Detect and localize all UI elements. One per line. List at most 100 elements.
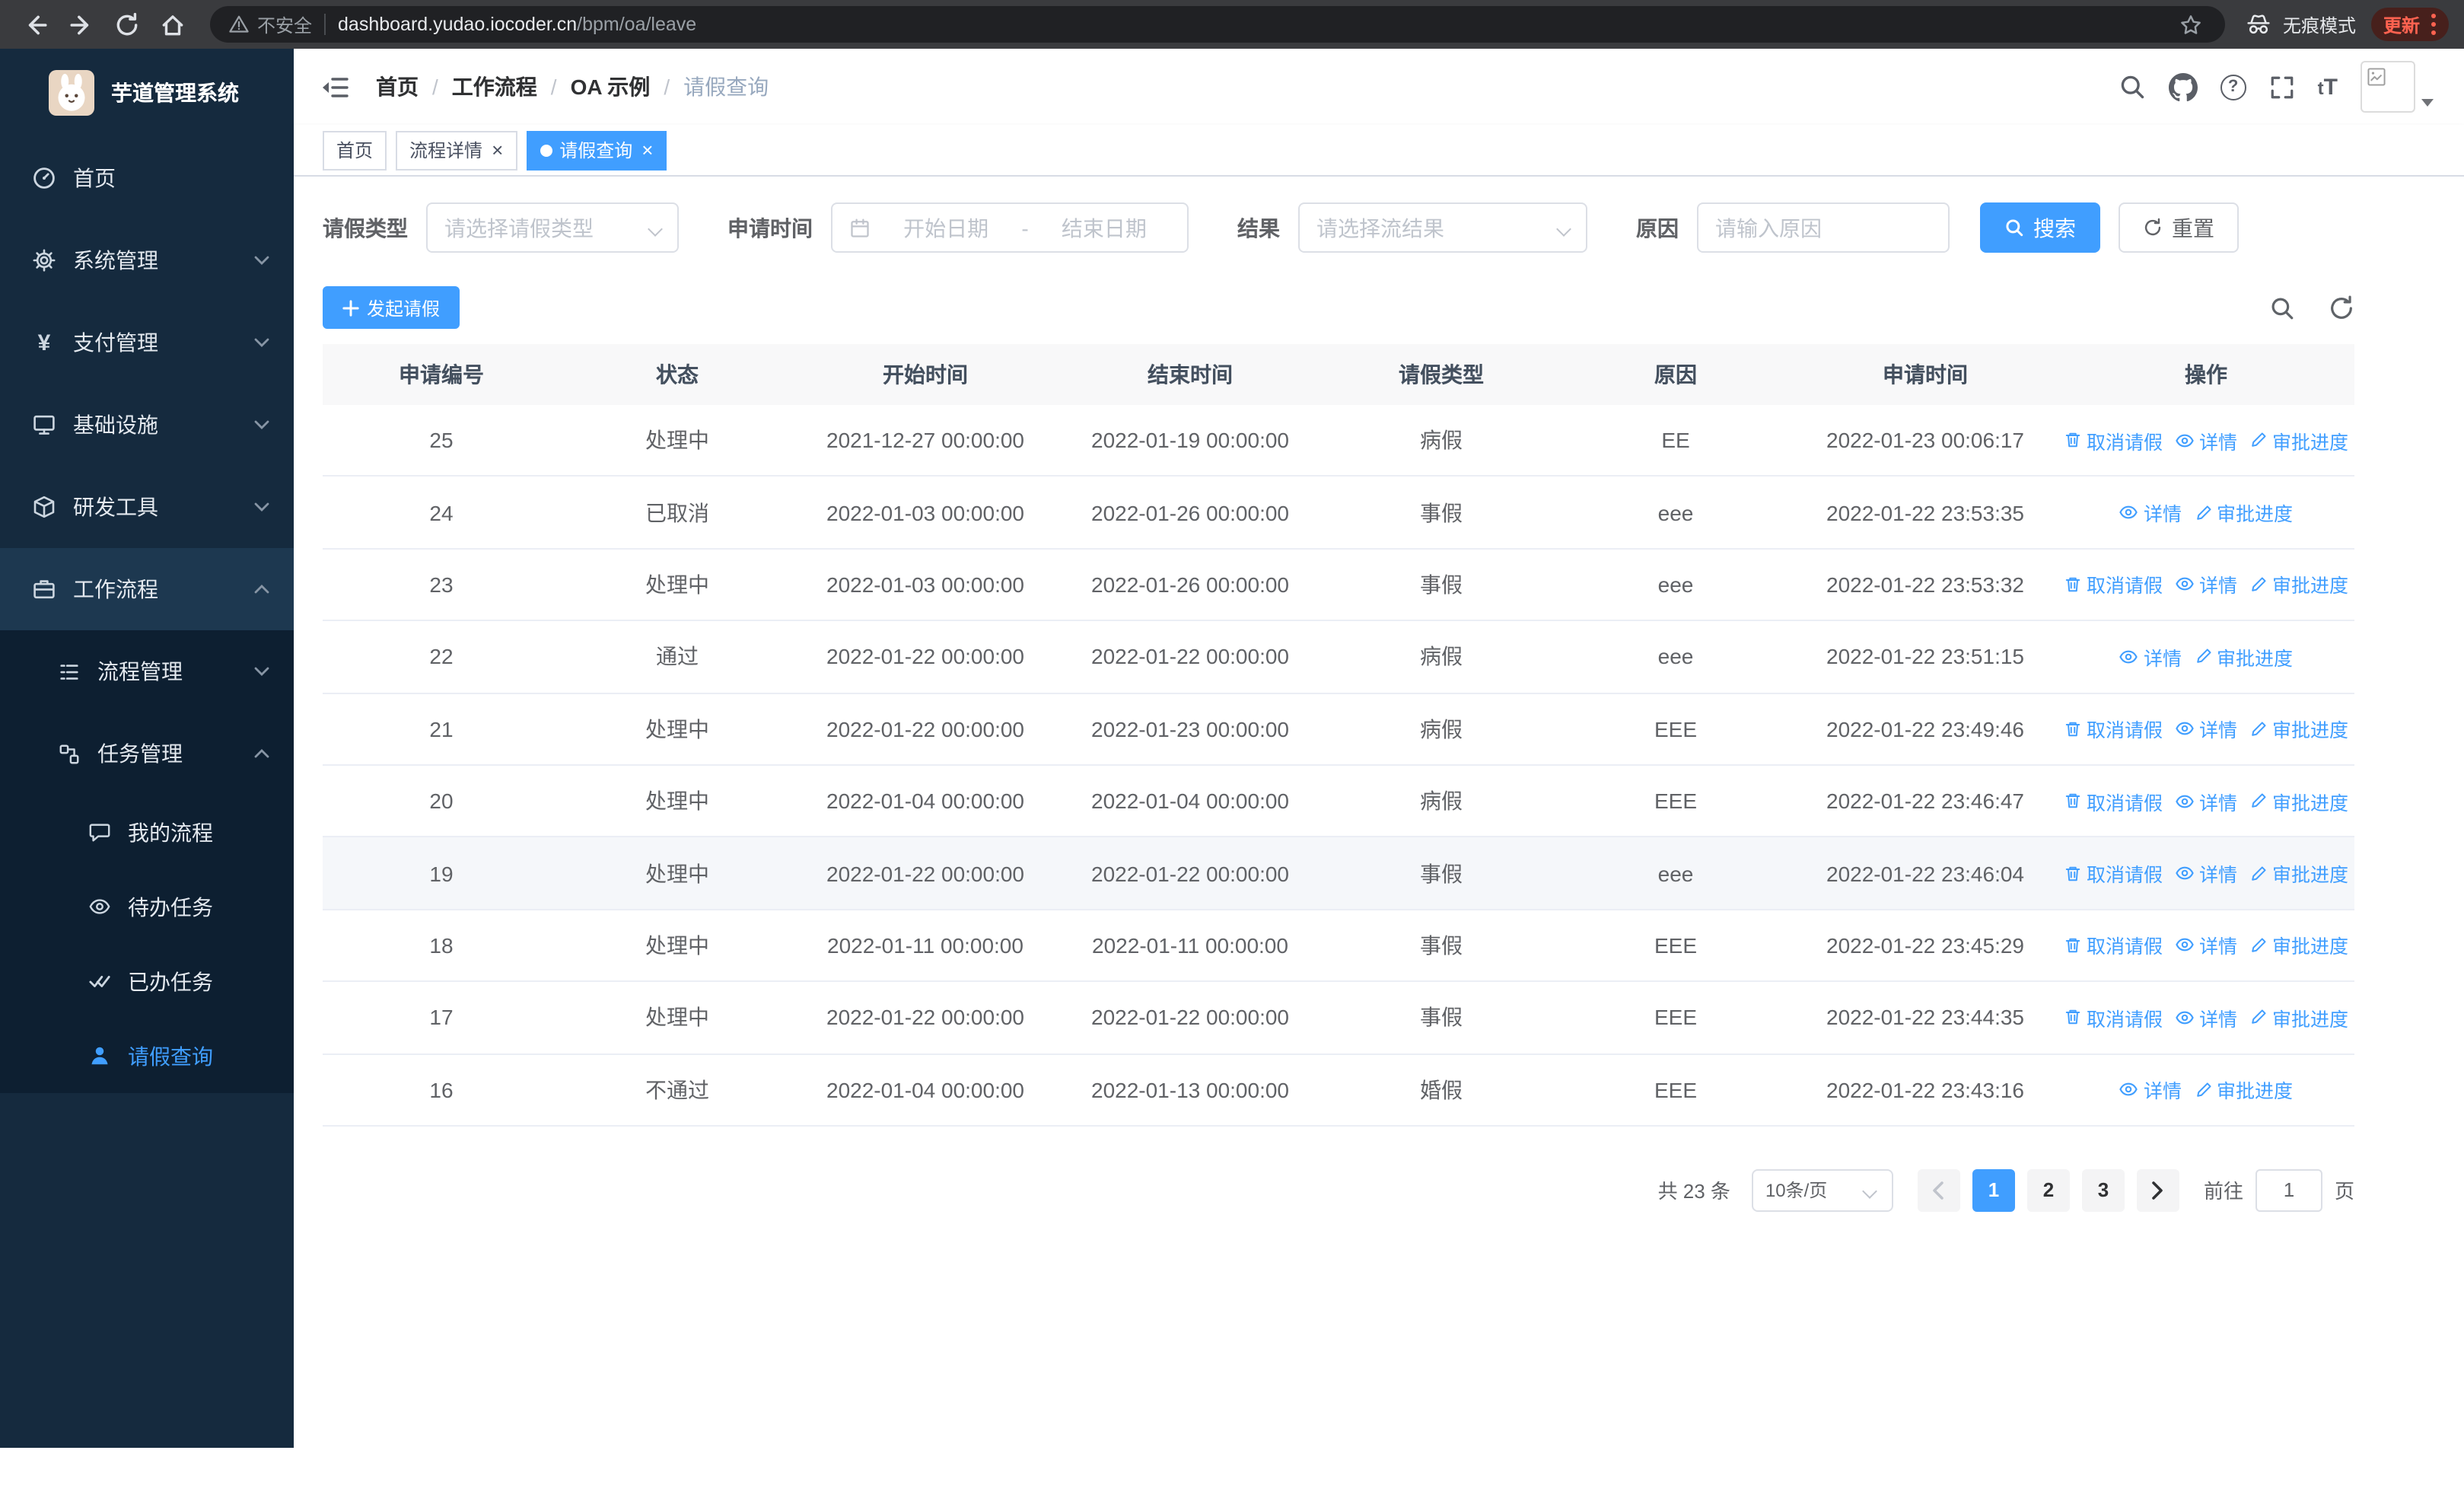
sidebar-item-leave-query[interactable]: 请假查询 <box>0 1018 294 1093</box>
sidebar-item-home[interactable]: 首页 <box>0 137 294 219</box>
detail-link[interactable]: 详情 <box>2175 931 2237 960</box>
sidebar-item-workflow[interactable]: 工作流程 <box>0 548 294 630</box>
detail-link[interactable]: 详情 <box>2175 786 2237 815</box>
page-size-select[interactable] <box>1751 1168 1893 1212</box>
breadcrumb-oa-example[interactable]: OA 示例 <box>571 72 651 102</box>
sidebar-item-task-management[interactable]: 任务管理 <box>0 712 294 795</box>
user-avatar-menu[interactable] <box>2361 61 2434 113</box>
approval-progress-link[interactable]: 审批进度 <box>2249 786 2348 815</box>
cancel-leave-link[interactable]: 取消请假 <box>2064 426 2163 454</box>
page-button-1[interactable]: 1 <box>1972 1168 2015 1212</box>
cancel-leave-link[interactable]: 取消请假 <box>2064 570 2163 599</box>
sidebar-item-infrastructure[interactable]: 基础设施 <box>0 384 294 466</box>
leave-type-select-input[interactable] <box>444 215 635 240</box>
table-row: 25 处理中 2021-12-27 00:00:00 2022-01-19 00… <box>323 405 2354 477</box>
next-page-button[interactable] <box>2136 1168 2179 1212</box>
cancel-leave-link[interactable]: 取消请假 <box>2064 1003 2163 1032</box>
tab-leave-query[interactable]: 请假查询 <box>526 130 667 170</box>
breadcrumb-workflow[interactable]: 工作流程 <box>452 72 537 102</box>
toggle-search-button[interactable] <box>2269 295 2295 320</box>
breadcrumb-home[interactable]: 首页 <box>376 72 419 102</box>
approval-progress-link[interactable]: 审批进度 <box>2249 1003 2348 1032</box>
detail-link[interactable]: 详情 <box>2119 1075 2182 1104</box>
prev-page-button[interactable] <box>1917 1168 1960 1212</box>
reason-input[interactable] <box>1715 215 1931 240</box>
bookmark-star-button[interactable] <box>2176 9 2207 40</box>
result-select[interactable] <box>1298 202 1587 253</box>
cancel-leave-link[interactable]: 取消请假 <box>2064 715 2163 744</box>
forward-button[interactable] <box>61 5 100 44</box>
font-size-button[interactable] <box>2318 74 2338 100</box>
detail-link[interactable]: 详情 <box>2175 1003 2237 1032</box>
approval-progress-link[interactable]: 审批进度 <box>2194 1075 2293 1104</box>
sidebar-item-devtools[interactable]: 研发工具 <box>0 466 294 548</box>
cell-status: 不通过 <box>645 1077 709 1102</box>
approval-progress-link[interactable]: 审批进度 <box>2249 426 2348 454</box>
header-search-button[interactable] <box>2119 73 2146 100</box>
sidebar-item-process-management[interactable]: 流程管理 <box>0 630 294 712</box>
table-row: 16 不通过 2022-01-04 00:00:00 2022-01-13 00… <box>323 1054 2354 1127</box>
cell-reason: EEE <box>1654 789 1697 814</box>
approval-progress-link[interactable]: 审批进度 <box>2249 931 2348 960</box>
apply-time-range-picker[interactable]: - <box>831 202 1189 253</box>
approval-progress-link[interactable]: 审批进度 <box>2249 570 2348 599</box>
security-status[interactable]: 不安全 <box>228 11 312 37</box>
approval-progress-link[interactable]: 审批进度 <box>2249 715 2348 744</box>
cancel-leave-link[interactable]: 取消请假 <box>2064 859 2163 888</box>
cancel-leave-link[interactable]: 取消请假 <box>2064 931 2163 960</box>
eye-icon <box>2120 650 2138 664</box>
address-bar[interactable]: 不安全 dashboard.yudao.iocoder.cn/bpm/oa/le… <box>210 6 2225 43</box>
reload-button[interactable] <box>107 5 146 44</box>
create-leave-button[interactable]: 发起请假 <box>323 286 460 329</box>
goto-page-input[interactable] <box>2255 1168 2322 1212</box>
fullscreen-button[interactable] <box>2269 74 2295 100</box>
approval-progress-link[interactable]: 审批进度 <box>2194 642 2293 671</box>
tab-close-icon[interactable] <box>492 140 503 160</box>
cell-start-time: 2022-01-22 00:00:00 <box>826 716 1024 741</box>
sidebar-item-payment[interactable]: ¥ 支付管理 <box>0 301 294 384</box>
workflow-submenu: 流程管理 任务管理 我的流程 待办任务 已办任务 请假查询 <box>0 630 294 1093</box>
back-button[interactable] <box>15 5 55 44</box>
sidebar-collapse-button[interactable] <box>320 74 350 100</box>
tab-process-detail[interactable]: 流程详情 <box>396 130 517 170</box>
refresh-table-button[interactable] <box>2329 295 2354 320</box>
tab-home[interactable]: 首页 <box>323 130 387 170</box>
cell-leave-type: 事假 <box>1420 861 1463 886</box>
nodes-icon <box>59 744 79 763</box>
approval-progress-link[interactable]: 审批进度 <box>2194 498 2293 527</box>
page-size-value[interactable] <box>1765 1179 1855 1201</box>
cell-end-time: 2022-01-22 00:00:00 <box>1091 861 1289 886</box>
sidebar-item-system[interactable]: 系统管理 <box>0 219 294 301</box>
sidebar-item-todo-tasks[interactable]: 待办任务 <box>0 869 294 944</box>
github-link[interactable] <box>2168 72 2198 101</box>
search-button[interactable]: 搜索 <box>1980 202 2100 253</box>
result-select-input[interactable] <box>1316 215 1543 240</box>
sidebar-item-my-process[interactable]: 我的流程 <box>0 795 294 869</box>
reset-button-label: 重置 <box>2172 215 2214 240</box>
detail-link[interactable]: 详情 <box>2119 498 2182 527</box>
detail-link[interactable]: 详情 <box>2175 859 2237 888</box>
pen-icon <box>2196 649 2211 664</box>
app-logo[interactable]: 芋道管理系统 <box>0 49 294 137</box>
detail-link[interactable]: 详情 <box>2119 642 2182 671</box>
start-date-input[interactable] <box>880 215 1013 240</box>
reset-button[interactable]: 重置 <box>2119 202 2239 253</box>
cell-leave-type: 事假 <box>1420 500 1463 525</box>
approval-progress-link[interactable]: 审批进度 <box>2249 859 2348 888</box>
help-button[interactable] <box>2220 74 2246 100</box>
browser-update-button[interactable]: 更新 <box>2370 8 2449 41</box>
reason-field[interactable] <box>1697 202 1950 253</box>
home-button[interactable] <box>152 5 192 44</box>
detail-link[interactable]: 详情 <box>2175 426 2237 454</box>
leave-type-select[interactable] <box>426 202 679 253</box>
tab-close-icon[interactable] <box>641 140 653 160</box>
sidebar-item-done-tasks[interactable]: 已办任务 <box>0 944 294 1018</box>
cancel-leave-link[interactable]: 取消请假 <box>2064 786 2163 815</box>
cell-operations: 详情 审批进度 <box>2058 498 2354 527</box>
end-date-input[interactable] <box>1037 215 1171 240</box>
page-button-3[interactable]: 3 <box>2081 1168 2125 1212</box>
detail-link[interactable]: 详情 <box>2175 715 2237 744</box>
page-button-2[interactable]: 2 <box>2026 1168 2070 1212</box>
chevron-up-icon <box>254 585 269 594</box>
detail-link[interactable]: 详情 <box>2175 570 2237 599</box>
